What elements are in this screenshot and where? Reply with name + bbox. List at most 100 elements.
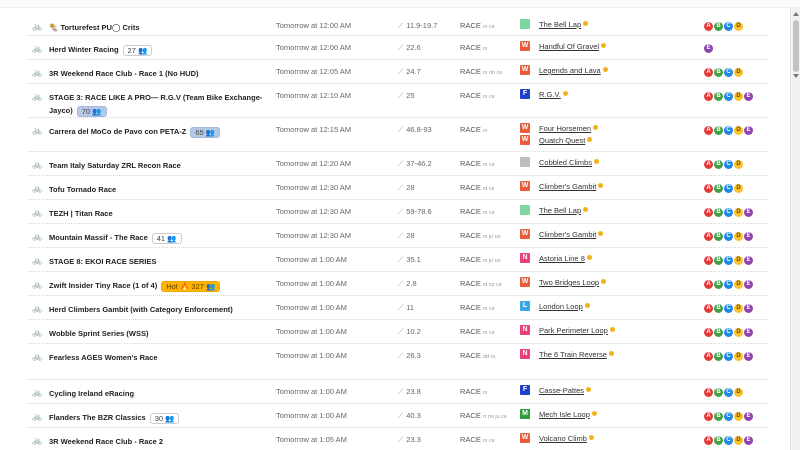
world-route: W Climber's Gambit [520,181,680,193]
event-name-text[interactable]: Zwift Insider Tiny Race (1 of 4) [49,281,157,290]
table-row[interactable]: 🚲 Wobble Sprint Series (WSS) Tomorrow at… [28,320,768,344]
route-link[interactable]: Two Bridges Loop [539,278,607,287]
event-name-text[interactable]: TEZH | Titan Race [49,209,113,218]
route-link[interactable]: Climber's Gambit [539,182,604,191]
category-d-icon: D [734,304,743,313]
event-flags: rs ce [482,94,495,100]
route-link[interactable]: R.G.V. [539,90,568,99]
event-name[interactable]: 3R Weekend Race Club - Race 2 [49,435,274,448]
category-a-icon: A [704,68,713,77]
table-row[interactable]: 🚲 TEZH | Titan Race Tomorrow at 12:30 AM… [28,200,768,224]
distance-icon: ⟋ [398,207,404,216]
event-name[interactable]: Herd Climbers Gambit (with Category Enfo… [49,303,274,316]
route-link[interactable]: Cobbled Climbs [539,158,599,167]
event-name[interactable]: Zwift Insider Tiny Race (1 of 4) Hot 🔥 32… [49,279,274,292]
route-cell: F R.G.V. [520,89,680,101]
event-flags: rr ns ju ce [482,414,507,420]
scroll-down-icon[interactable] [793,74,799,78]
event-name[interactable]: Mountain Massif - The Race 41 👥 [49,231,274,244]
category-e-icon: E [744,208,753,217]
table-row[interactable]: 🚲 Tofu Tornado Race Tomorrow at 12:30 AM… [28,176,768,200]
event-name-text[interactable]: Fearless AGES Women's Race [49,353,158,362]
scroll-up-icon[interactable] [793,12,799,16]
event-name[interactable]: Flanders The BZR Classics 30 👥 [49,411,274,424]
event-name[interactable]: STAGE 3: RACE LIKE A PRO— R.G.V (Team Bi… [49,91,274,117]
route-link[interactable]: Volcano Climb [539,434,594,443]
route-link[interactable]: The 6 Train Reverse [539,350,614,359]
event-name[interactable]: 🌯 Torturefest PU◯ Crits [49,21,274,34]
event-name-text[interactable]: Tofu Tornado Race [49,185,116,194]
table-row[interactable]: 🚲 Fearless AGES Women's Race Tomorrow at… [28,344,768,380]
category-c-icon: C [724,388,733,397]
category-d-icon: D [734,92,743,101]
event-name-text[interactable]: Wobble Sprint Series (WSS) [49,329,148,338]
category-a-icon: A [704,280,713,289]
event-name-text[interactable]: Herd Winter Racing [49,45,119,54]
event-distance: ⟋ 22.6 [398,43,421,52]
event-name[interactable]: Carrera del MoCo de Pavo con PETA-Z 65 👥 [49,125,274,138]
route-link[interactable]: Legends and Lava [539,66,608,75]
event-name[interactable]: Wobble Sprint Series (WSS) [49,327,274,340]
event-name-text[interactable]: STAGE 8: EKOI RACE SERIES [49,257,156,266]
category-d-icon: D [734,208,743,217]
event-name-text[interactable]: Flanders The BZR Classics [49,413,146,422]
event-name[interactable]: TEZH | Titan Race [49,207,274,220]
table-row[interactable]: 🚲 Carrera del MoCo de Pavo con PETA-Z 65 … [28,118,768,152]
event-name-text[interactable]: 3R Weekend Race Club - Race 2 [49,437,163,446]
category-e-icon: E [744,412,753,421]
bike-icon: 🚲 [32,126,42,135]
event-name-text[interactable]: Team Italy Saturday ZRL Recon Race [49,161,181,170]
category-b-icon: B [714,208,723,217]
table-row[interactable]: 🚲 Cycling Ireland eRacing Tomorrow at 1:… [28,380,768,404]
event-name-text[interactable]: Cycling Ireland eRacing [49,389,134,398]
table-row[interactable]: 🚲 Herd Climbers Gambit (with Category En… [28,296,768,320]
event-name[interactable]: Herd Winter Racing 27 👥 [49,43,274,56]
distance-icon: ⟋ [398,387,404,396]
category-d-icon: D [734,256,743,265]
route-link[interactable]: Four Horsemen [539,124,599,133]
table-row[interactable]: 🚲 Team Italy Saturday ZRL Recon Race Tom… [28,152,768,176]
scrollbar[interactable] [790,8,800,450]
route-link[interactable]: Astoria Line 8 [539,254,592,263]
event-name[interactable]: 3R Weekend Race Club - Race 1 (No HUD) [49,67,274,80]
event-name-text[interactable]: Herd Climbers Gambit (with Category Enfo… [49,305,233,314]
event-time: Tomorrow at 12:30 AM [276,231,352,240]
table-row[interactable]: 🚲 3R Weekend Race Club - Race 1 (No HUD)… [28,60,768,84]
table-row[interactable]: 🚲 Herd Winter Racing 27 👥 Tomorrow at 12:… [28,36,768,60]
event-flags: rs [482,46,488,52]
route-link[interactable]: Handful Of Gravel [539,42,607,51]
scroll-thumb[interactable] [793,20,799,72]
table-row[interactable]: 🚲 STAGE 3: RACE LIKE A PRO— R.G.V (Team … [28,84,768,118]
world-route: W Four Horsemen [520,123,680,135]
event-name[interactable]: Fearless AGES Women's Race [49,351,274,364]
event-name-text[interactable]: Mountain Massif - The Race [49,233,148,242]
event-name-text[interactable]: Carrera del MoCo de Pavo con PETA-Z [49,127,186,136]
route-link[interactable]: Mech Isle Loop [539,410,597,419]
table-row[interactable]: 🚲 3R Weekend Race Club - Race 2 Tomorrow… [28,428,768,450]
event-name[interactable]: Cycling Ireland eRacing [49,387,274,400]
route-link[interactable]: The Bell Lap [539,206,589,215]
route-link[interactable]: The Bell Lap [539,20,589,29]
event-name[interactable]: STAGE 8: EKOI RACE SERIES [49,255,274,268]
table-row[interactable]: 🚲 Zwift Insider Tiny Race (1 of 4) Hot 🔥 … [28,272,768,296]
event-name[interactable]: Tofu Tornado Race [49,183,274,196]
route-link[interactable]: London Loop [539,302,590,311]
route-link[interactable]: Climber's Gambit [539,230,604,239]
table-row[interactable]: 🚲 Mountain Massif - The Race 41 👥 Tomorro… [28,224,768,248]
event-name-text[interactable]: 3R Weekend Race Club - Race 1 (No HUD) [49,69,198,78]
table-row[interactable]: 🚲 STAGE 8: EKOI RACE SERIES Tomorrow at … [28,248,768,272]
category-b-icon: B [714,304,723,313]
route-link[interactable]: Casse-Pattes [539,386,592,395]
event-name[interactable]: Team Italy Saturday ZRL Recon Race [49,159,274,172]
table-row[interactable]: 🚲 Flanders The BZR Classics 30 👥 Tomorrow… [28,404,768,428]
category-b-icon: B [714,22,723,31]
route-link[interactable]: Quatch Quest [539,136,593,145]
route-link[interactable]: Park Perimeter Loop [539,326,615,335]
event-name-text[interactable]: Torturefest PU◯ Crits [60,23,139,32]
world-badge-icon: W [520,65,530,75]
bike-icon: 🚲 [32,352,42,361]
event-time: Tomorrow at 1:05 AM [276,435,347,444]
table-row[interactable]: 🚲 🌯 Torturefest PU◯ Crits Tomorrow at 12… [28,14,768,36]
category-c-icon: C [724,160,733,169]
event-distance: ⟋ 35.1 [398,255,421,264]
